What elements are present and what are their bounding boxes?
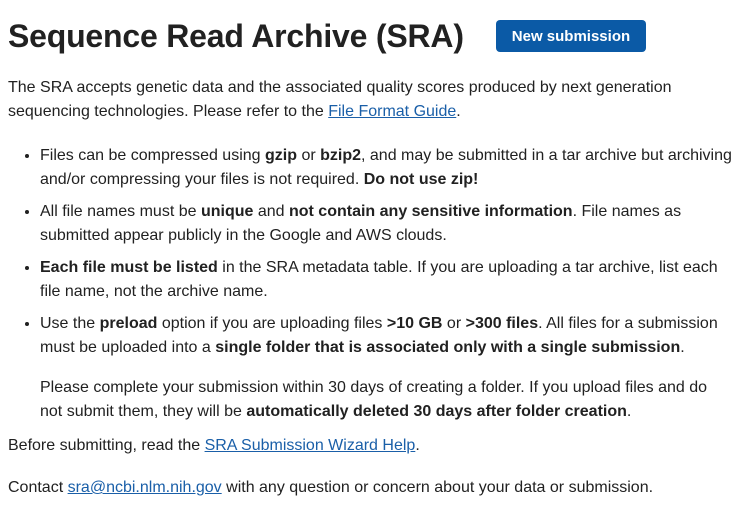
before-submitting-paragraph: Before submitting, read the SRA Submissi… [8,434,732,458]
contact-paragraph: Contact sra@ncbi.nlm.nih.gov with any qu… [8,476,732,500]
wizard-help-link[interactable]: SRA Submission Wizard Help [205,437,416,454]
text-segment: or [442,315,466,332]
text-segment: or [297,147,321,164]
bold-text: >300 files [465,315,539,332]
bullet-text: Use the preload option if you are upload… [40,315,718,356]
bold-text: unique [200,203,254,220]
header: Sequence Read Archive (SRA) New submissi… [8,0,732,72]
bullet-text: Files can be compressed using gzip or bz… [40,147,732,188]
bold-text: Do not use zip! [363,171,479,188]
text-segment: . [626,403,632,420]
text-segment: Use the [40,315,100,332]
list-item: Each file must be listed in the SRA meta… [40,256,732,304]
text-segment: and [253,203,289,220]
bold-text: gzip [265,147,297,164]
page: Sequence Read Archive (SRA) New submissi… [0,0,740,519]
bold-text: preload [99,315,158,332]
page-title: Sequence Read Archive (SRA) [8,18,464,54]
bold-text: not contain any sensitive information [288,203,573,220]
bold-text: >10 GB [386,315,443,332]
intro-text-end: . [456,103,461,120]
before-text: Before submitting, read the [8,437,205,454]
list-item: All file names must be unique and not co… [40,200,732,248]
bold-text: Each file must be listed [40,259,218,276]
bold-text: single folder that is associated only wi… [215,339,681,356]
bold-text: automatically deleted 30 days after fold… [246,403,627,420]
bullet-sub-paragraph: Please complete your submission within 3… [40,376,732,424]
guidelines-list: Files can be compressed using gzip or bz… [8,144,732,424]
text-segment: All file names must be [40,203,201,220]
new-submission-button[interactable]: New submission [495,20,647,52]
contact-email-link[interactable]: sra@ncbi.nlm.nih.gov [68,479,222,496]
bullet-text: Each file must be listed in the SRA meta… [40,259,718,300]
text-segment: Files can be compressed using [40,147,265,164]
list-item: Files can be compressed using gzip or bz… [40,144,732,192]
intro-paragraph: The SRA accepts genetic data and the ass… [8,76,732,124]
file-format-guide-link[interactable]: File Format Guide [328,103,456,120]
text-segment: option if you are uploading files [157,315,387,332]
contact-text: Contact [8,479,68,496]
bold-text: bzip2 [320,147,362,164]
contact-text-end: with any question or concern about your … [221,479,654,496]
before-text-end: . [415,437,420,454]
bullet-text: All file names must be unique and not co… [40,203,681,244]
text-segment: . [680,339,685,356]
list-item: Use the preload option if you are upload… [40,312,732,424]
